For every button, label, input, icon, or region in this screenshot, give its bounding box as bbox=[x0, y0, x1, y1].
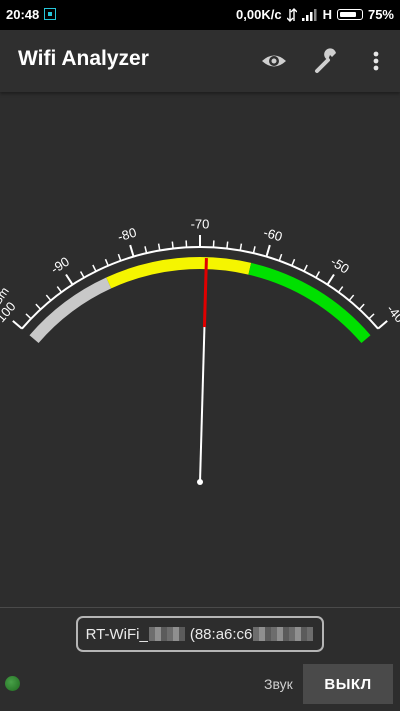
battery-icon bbox=[336, 9, 363, 20]
minor-tick bbox=[337, 286, 344, 293]
minor-tick bbox=[348, 294, 355, 301]
minor-tick bbox=[25, 313, 32, 320]
needle-shaft bbox=[199, 327, 206, 483]
tick-label: -90 bbox=[48, 254, 72, 277]
tick-label: -70 bbox=[191, 216, 210, 231]
sound-label: Звук bbox=[264, 676, 293, 692]
minor-tick bbox=[117, 253, 122, 262]
ssid-text: RT-WiFi_ bbox=[85, 625, 148, 643]
minor-tick bbox=[56, 286, 63, 293]
minor-tick bbox=[45, 294, 52, 301]
more-vert-icon[interactable] bbox=[361, 46, 391, 76]
major-tick bbox=[129, 244, 135, 257]
minor-tick bbox=[92, 264, 97, 272]
tick-label: -50 bbox=[328, 254, 352, 277]
wrench-icon[interactable] bbox=[312, 46, 342, 76]
needle-pivot bbox=[197, 479, 203, 485]
minor-tick bbox=[252, 246, 256, 254]
sound-toggle-button[interactable]: ВЫКЛ bbox=[303, 664, 393, 704]
gauge-zone-1 bbox=[106, 257, 252, 289]
major-tick bbox=[377, 320, 388, 330]
needle-tip bbox=[202, 258, 208, 328]
major-tick bbox=[12, 320, 23, 330]
gauge-zone-0 bbox=[29, 277, 112, 344]
minor-tick bbox=[315, 271, 321, 278]
minor-tick bbox=[278, 253, 283, 262]
status-time: 20:48 bbox=[6, 7, 40, 22]
minor-tick bbox=[226, 241, 229, 249]
status-right: 0,00K/c H 75% bbox=[236, 7, 394, 22]
network-type: H bbox=[322, 7, 332, 22]
network-selector[interactable]: RT-WiFi_ (88:a6:c6 bbox=[76, 616, 324, 652]
minor-tick bbox=[35, 303, 42, 310]
app-bar: Wifi Analyzer bbox=[0, 30, 400, 92]
signal-gauge: -100-90-80-70-60-50-40dBm bbox=[0, 216, 400, 485]
status-bar: 20:48 0,00K/c H 75% bbox=[0, 0, 400, 30]
signal-icon bbox=[301, 9, 317, 21]
redacted-bssid bbox=[253, 627, 314, 641]
minor-tick bbox=[144, 246, 148, 254]
app-title: Wifi Analyzer bbox=[18, 47, 149, 70]
minor-tick bbox=[303, 264, 308, 272]
minor-tick bbox=[368, 313, 375, 320]
minor-tick bbox=[291, 258, 296, 266]
battery-percent: 75% bbox=[367, 7, 394, 22]
minor-tick bbox=[157, 243, 161, 251]
minor-tick bbox=[358, 303, 365, 310]
major-tick bbox=[265, 244, 271, 257]
redacted-ssid bbox=[148, 627, 185, 641]
eye-icon[interactable] bbox=[259, 46, 289, 76]
notification-icon bbox=[44, 8, 56, 20]
minor-tick bbox=[104, 258, 109, 266]
minor-tick bbox=[79, 271, 85, 278]
minor-tick bbox=[239, 243, 243, 251]
major-tick bbox=[326, 273, 335, 286]
major-tick bbox=[65, 273, 74, 286]
divider bbox=[0, 607, 400, 608]
tick-label: -60 bbox=[262, 225, 284, 245]
bssid-text: (88:a6:c6 bbox=[189, 625, 253, 643]
minor-tick bbox=[171, 241, 174, 249]
status-indicator-light bbox=[5, 676, 20, 691]
data-transfer-icon bbox=[286, 7, 297, 22]
gauge-zone-2 bbox=[248, 262, 371, 344]
tick-label: -80 bbox=[116, 225, 138, 245]
net-speed: 0,00K/c bbox=[236, 7, 282, 22]
